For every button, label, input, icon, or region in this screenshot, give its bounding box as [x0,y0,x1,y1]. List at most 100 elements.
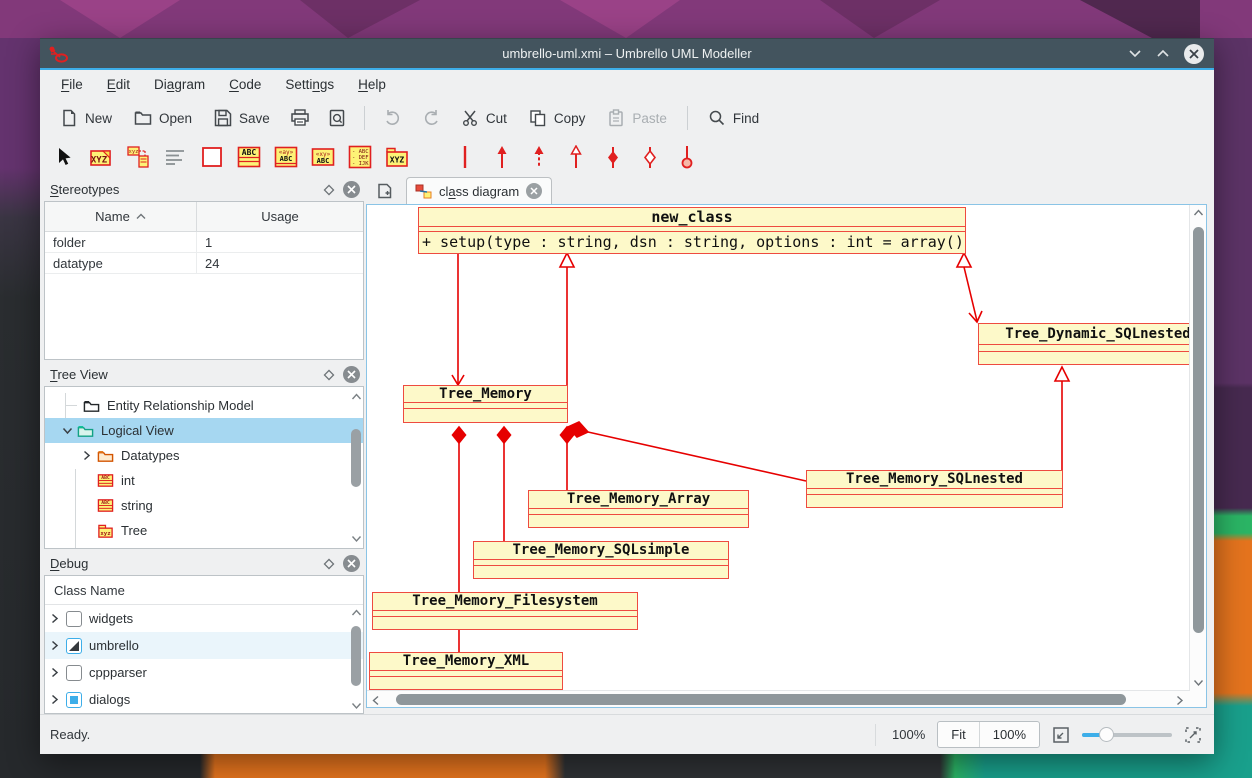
uml-class-tree-memory-filesystem[interactable]: Tree_Memory_Filesystem [372,592,638,630]
tree-item-entity-relationship-model[interactable]: Entity Relationship Model [45,393,363,418]
object-tool[interactable]: xyz [126,145,150,169]
note-tool[interactable] [163,145,187,169]
redo-button[interactable] [413,104,449,132]
box-tool[interactable] [200,145,224,169]
maximize-icon[interactable] [1156,49,1170,58]
fit-page-icon[interactable] [1052,726,1070,744]
debug-item-umbrello[interactable]: umbrello [45,632,363,659]
float-dock-icon[interactable] [323,184,335,196]
float-dock-icon[interactable] [323,558,335,570]
association-tool[interactable] [453,145,477,169]
datatype-tool[interactable]: «xy»ABC [311,145,335,169]
enum-tool[interactable]: - ABC- DEF- IJK [348,145,372,169]
tree-item-string[interactable]: ABC string [45,493,363,518]
debug-item-dialogs[interactable]: dialogs [45,686,363,713]
menu-settings[interactable]: Settings [274,73,345,96]
checkbox-unchecked[interactable] [66,665,82,681]
close-dock-icon[interactable] [343,181,360,198]
class-abc-tool[interactable]: ABC [237,145,261,169]
slider-handle[interactable] [1099,727,1114,742]
tree-item-datatypes[interactable]: Datatypes [45,443,363,468]
zoom-100-button[interactable]: 100% [979,722,1039,747]
select-tool[interactable] [52,145,76,169]
minimize-icon[interactable] [1128,49,1142,58]
column-header-name[interactable]: Name [45,202,197,231]
diagram-canvas[interactable]: new_class + setup(type : string, dsn : s… [367,205,1189,691]
tree-item-int[interactable]: ABC int [45,468,363,493]
interface-tool[interactable]: «ay»ABC [274,145,298,169]
scroll-down-icon[interactable] [351,702,362,710]
copy-button[interactable]: Copy [519,104,596,132]
uml-class-tree-memory-sqlnested[interactable]: Tree_Memory_SQLnested [806,470,1063,508]
debug-scrollbar[interactable] [351,620,361,706]
scroll-up-icon[interactable] [1193,209,1204,217]
scroll-right-icon[interactable] [1176,695,1184,706]
menu-help[interactable]: Help [347,73,397,96]
dependency-tool[interactable] [527,145,551,169]
cut-button[interactable]: Cut [451,104,517,132]
menu-code[interactable]: Code [218,73,272,96]
uml-class-tree-dynamic-sqlnested[interactable]: Tree_Dynamic_SQLnested [978,323,1189,365]
directed-association-tool[interactable] [490,145,514,169]
package-tool[interactable]: XYZ [385,145,409,169]
table-row[interactable]: folder 1 [45,232,363,253]
scroll-up-icon[interactable] [351,609,362,617]
uml-class-tree-memory-xml[interactable]: Tree_Memory_XML [369,652,563,690]
find-button[interactable]: Find [698,104,769,132]
class-tool[interactable]: XYZ [89,145,113,169]
new-button[interactable]: New [50,104,122,132]
menu-file[interactable]: File [50,73,94,96]
undo-button[interactable] [375,104,411,132]
generalization-tool[interactable] [564,145,588,169]
uml-class-tree-memory-array[interactable]: Tree_Memory_Array [528,490,749,528]
new-tab-button[interactable] [370,178,400,204]
save-button[interactable]: Save [204,104,280,132]
close-dock-icon[interactable] [343,366,360,383]
scroll-down-icon[interactable] [351,535,362,543]
chevron-right-icon[interactable] [79,450,95,461]
scrollbar-thumb[interactable] [1193,227,1204,633]
containment-tool[interactable] [675,145,699,169]
checkbox-partial-square[interactable] [66,692,82,708]
fullscreen-icon[interactable] [1184,726,1202,744]
debug-item-cppparser[interactable]: cppparser [45,659,363,686]
canvas-horizontal-scrollbar[interactable] [367,690,1189,707]
uml-class-tree-memory-sqlsimple[interactable]: Tree_Memory_SQLsimple [473,541,729,579]
tree-item-tree[interactable]: xyz Tree [45,518,363,543]
debug-item-widgets[interactable]: widgets [45,605,363,632]
column-header-usage[interactable]: Usage [197,202,363,231]
scroll-down-icon[interactable] [1193,679,1204,687]
zoom-slider[interactable] [1082,727,1172,743]
canvas-vertical-scrollbar[interactable] [1189,205,1206,691]
checkbox-unchecked[interactable] [66,611,82,627]
tree-item-logical-view[interactable]: Logical View [45,418,363,443]
debug-column-header[interactable]: Class Name [45,576,363,605]
chevron-right-icon[interactable] [51,640,59,651]
close-icon[interactable] [1184,44,1204,64]
chevron-right-icon[interactable] [51,667,59,678]
checkbox-partial[interactable] [66,638,82,654]
uml-class-new_class[interactable]: new_class + setup(type : string, dsn : s… [418,207,966,254]
titlebar[interactable]: umbrello-uml.xmi – Umbrello UML Modeller [40,38,1214,68]
table-row[interactable]: datatype 24 [45,253,363,274]
print-preview-button[interactable] [320,104,354,132]
close-dock-icon[interactable] [343,555,360,572]
open-button[interactable]: Open [124,104,202,132]
scroll-left-icon[interactable] [372,695,380,706]
scroll-up-icon[interactable] [351,393,362,401]
menu-edit[interactable]: Edit [96,73,141,96]
paste-button[interactable]: Paste [597,104,677,132]
chevron-right-icon[interactable] [51,694,59,705]
scrollbar-thumb[interactable] [396,694,1126,705]
composition-tool[interactable] [601,145,625,169]
chevron-right-icon[interactable] [51,613,59,624]
uml-class-tree-memory[interactable]: Tree_Memory [403,385,568,423]
tab-close-icon[interactable] [526,183,542,199]
print-button[interactable] [282,104,318,132]
aggregation-tool[interactable] [638,145,662,169]
fit-button[interactable]: Fit [938,722,978,747]
float-dock-icon[interactable] [323,369,335,381]
chevron-down-icon[interactable] [59,427,75,435]
tree-view-scrollbar[interactable] [351,405,361,527]
menu-diagram[interactable]: Diagram [143,73,216,96]
